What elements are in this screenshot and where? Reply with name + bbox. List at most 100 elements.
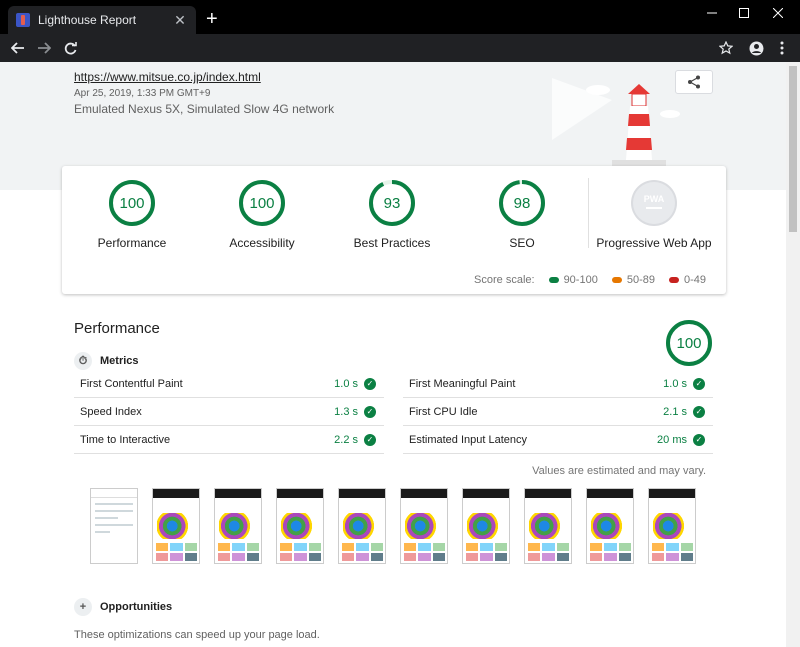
metric-row: First CPU Idle 2.1 s ✓ [403, 398, 713, 426]
metric-value: 2.1 s [663, 405, 687, 418]
metric-name: Estimated Input Latency [409, 433, 528, 446]
fail-dot-icon [668, 277, 679, 283]
close-icon [773, 8, 783, 18]
back-button[interactable] [8, 38, 28, 58]
pass-check-icon: ✓ [693, 377, 705, 390]
divider [588, 178, 589, 248]
gauge-accessibility[interactable]: 100 Accessibility [202, 178, 322, 250]
estimate-note: Values are estimated and may vary. [532, 465, 706, 477]
metrics-heading: ⏱ Metrics [74, 352, 139, 370]
score-label-seo: SEO [509, 236, 535, 250]
performance-score-gauge: 100 [666, 320, 712, 366]
score-gauge-accessibility: 100 [239, 180, 285, 226]
scale-range-average: 50-89 [626, 274, 655, 286]
pass-dot-icon [548, 277, 559, 283]
score-label-performance: Performance [97, 236, 167, 250]
report-url-link[interactable]: https://www.mitsue.co.jp/index.html [74, 70, 261, 84]
forward-button[interactable] [34, 38, 54, 58]
browser-tab[interactable]: Lighthouse Report ✕ [8, 6, 196, 34]
pwa-badge-icon: PWA [631, 180, 677, 226]
metric-name: Speed Index [80, 405, 142, 418]
profile-button[interactable] [746, 38, 766, 58]
pass-check-icon: ✓ [364, 405, 376, 418]
lighthouse-favicon-icon [16, 13, 30, 27]
new-tab-button[interactable]: + [206, 9, 218, 29]
score-label-accessibility: Accessibility [229, 236, 295, 250]
metric-row: Estimated Input Latency 20 ms ✓ [403, 426, 713, 454]
more-vert-icon [780, 41, 784, 55]
score-value-performance: 100 [119, 195, 144, 212]
opportunities-icon: + [74, 598, 92, 616]
title-bar: Lighthouse Report ✕ + [0, 0, 800, 34]
metric-value: 1.3 s [334, 405, 358, 418]
metric-row: First Contentful Paint 1.0 s ✓ [74, 370, 384, 398]
star-icon [719, 41, 733, 55]
metric-row: First Meaningful Paint 1.0 s ✓ [403, 370, 713, 398]
filmstrip-frame [214, 488, 262, 564]
filmstrip-frame [586, 488, 634, 564]
metric-value: 2.2 s [334, 433, 358, 446]
report-environment: Emulated Nexus 5X, Simulated Slow 4G net… [74, 102, 335, 116]
opportunities-description: These optimizations can speed up your pa… [74, 629, 320, 641]
report-date: Apr 25, 2019, 1:33 PM GMT+9 [74, 88, 211, 99]
filmstrip-frame [152, 488, 200, 564]
pass-check-icon: ✓ [693, 405, 705, 418]
reload-button[interactable] [60, 38, 80, 58]
score-value-accessibility: 100 [249, 195, 274, 212]
vertical-scrollbar[interactable] [786, 62, 800, 647]
lighthouse-illustration [552, 78, 680, 166]
performance-gauge: 100 [664, 318, 714, 373]
metrics-heading-label: Metrics [100, 355, 139, 367]
average-dot-icon [611, 277, 622, 283]
score-value-best-practices: 93 [384, 195, 401, 212]
metric-row: Speed Index 1.3 s ✓ [74, 398, 384, 426]
reload-icon [64, 41, 77, 54]
gauge-best-practices[interactable]: 93 Best Practices [332, 178, 452, 250]
score-gauge-performance: 100 [109, 180, 155, 226]
close-window-button[interactable] [756, 0, 800, 26]
score-scale-label: Score scale: [474, 274, 535, 286]
bookmark-star-button[interactable] [716, 38, 736, 58]
performance-section-title: Performance [74, 320, 160, 337]
scale-item-good: 90-100 [548, 274, 598, 286]
opportunities-heading-label: Opportunities [100, 601, 173, 613]
scale-item-fail: 0-49 [668, 274, 706, 286]
filmstrip-frame [524, 488, 572, 564]
gauge-pwa[interactable]: PWA Progressive Web App [594, 178, 714, 250]
metric-value: 1.0 s [334, 377, 358, 390]
score-label-pwa: Progressive Web App [596, 236, 712, 250]
performance-score-value: 100 [676, 335, 701, 352]
filmstrip-frame [462, 488, 510, 564]
filmstrip-frame [338, 488, 386, 564]
pass-check-icon: ✓ [364, 377, 376, 390]
metric-name: First Contentful Paint [80, 377, 183, 390]
back-arrow-icon [11, 42, 24, 54]
pass-check-icon: ✓ [693, 433, 705, 446]
gauge-performance[interactable]: 100 Performance [72, 178, 192, 250]
metric-value: 20 ms [657, 433, 687, 446]
forward-arrow-icon [38, 42, 51, 54]
score-value-seo: 98 [514, 195, 531, 212]
browser-toolbar [0, 34, 800, 62]
gauge-seo[interactable]: 98 SEO [462, 178, 582, 250]
metric-row: Time to Interactive 2.2 s ✓ [74, 426, 384, 454]
account-icon [749, 41, 763, 55]
scale-range-good: 90-100 [563, 274, 598, 286]
score-scale-legend: Score scale: 90-100 50-89 0-49 [474, 274, 706, 286]
menu-button[interactable] [772, 38, 792, 58]
filmstrip-frame [90, 488, 138, 564]
opportunities-heading: + Opportunities [74, 598, 172, 616]
tab-title: Lighthouse Report [38, 13, 137, 27]
report-page: https://www.mitsue.co.jp/index.html Apr … [0, 62, 786, 647]
pwa-badge-text: PWA [644, 194, 665, 204]
scale-item-average: 50-89 [611, 274, 655, 286]
scrollbar-thumb[interactable] [789, 66, 797, 232]
metric-name: First CPU Idle [409, 405, 478, 418]
metric-value: 1.0 s [663, 377, 687, 390]
score-gauge-best-practices: 93 [369, 180, 415, 226]
filmstrip-frame [648, 488, 696, 564]
close-tab-icon[interactable]: ✕ [172, 12, 188, 29]
filmstrip [90, 488, 710, 564]
filmstrip-frame [400, 488, 448, 564]
maximize-icon [739, 8, 749, 18]
